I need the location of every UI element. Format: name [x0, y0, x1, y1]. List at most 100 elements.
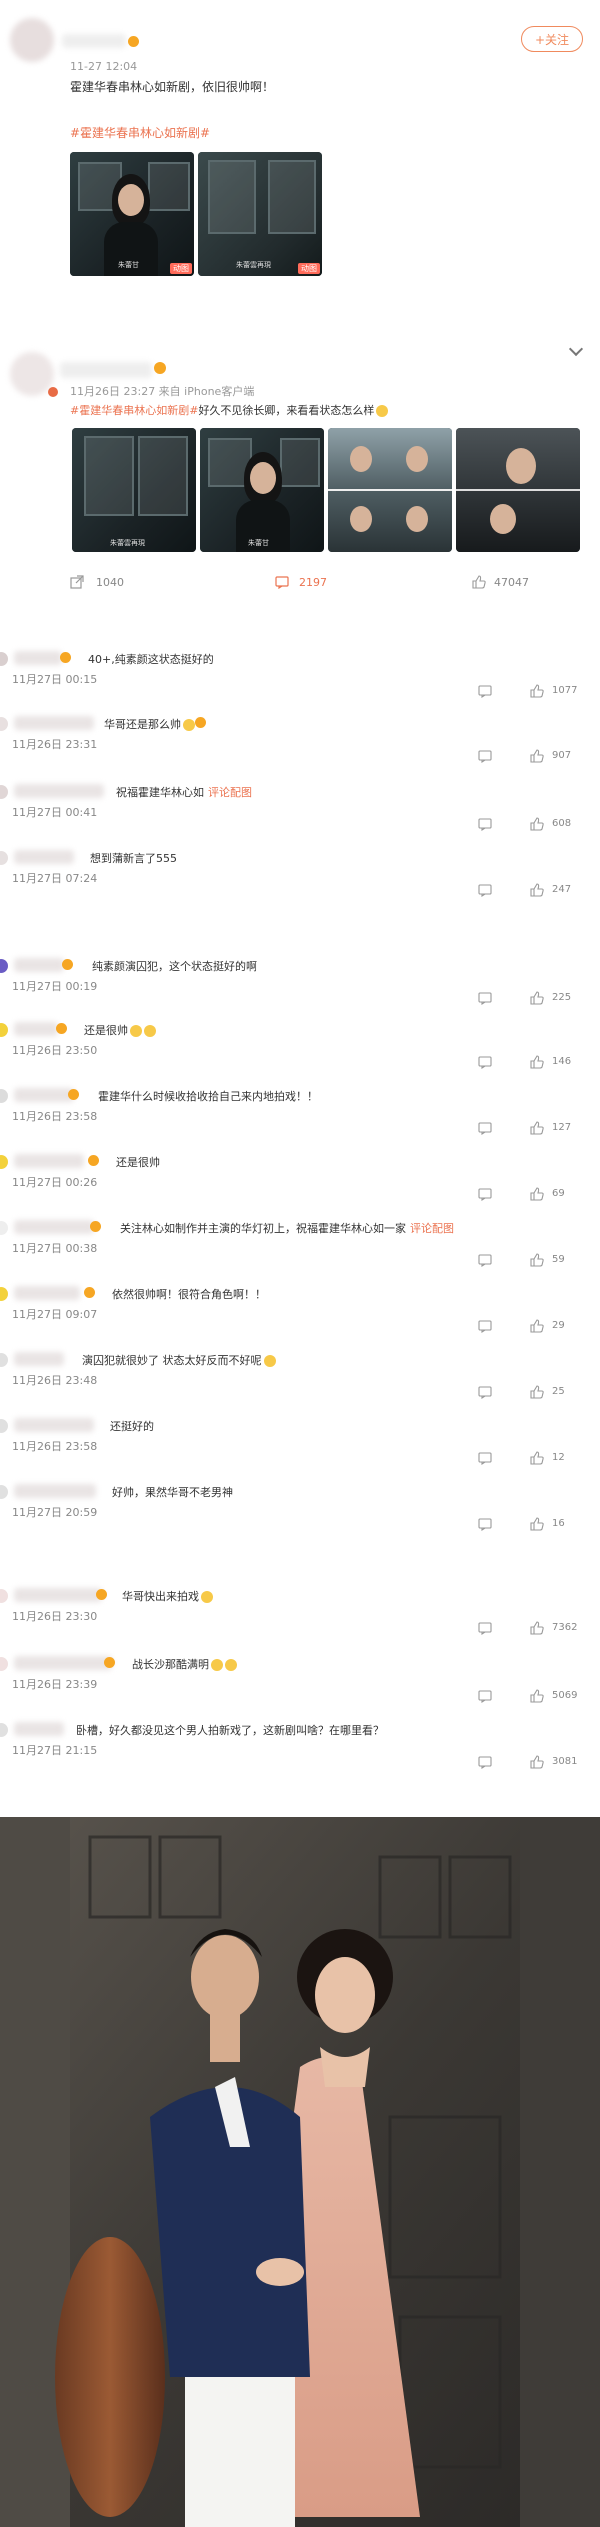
repost-button[interactable]: 1040 — [70, 574, 124, 590]
commenter-name[interactable] — [14, 1154, 84, 1168]
comment-text: 霍建华什么时候收拾收拾自己来内地拍戏！！ — [98, 1088, 318, 1104]
comment-text-content: 还是很帅 — [116, 1156, 160, 1169]
thumbs-up-icon[interactable] — [530, 1517, 544, 1531]
thumbs-up-icon[interactable] — [530, 1385, 544, 1399]
avatar[interactable] — [0, 1155, 8, 1169]
comment-like-count: 247 — [552, 884, 572, 895]
commenter-name[interactable] — [14, 1418, 94, 1432]
username[interactable] — [60, 362, 152, 378]
thumbs-up-icon[interactable] — [530, 1055, 544, 1069]
reply-icon[interactable] — [478, 1451, 492, 1465]
commenter-name[interactable] — [14, 958, 64, 972]
reply-icon[interactable] — [478, 1689, 492, 1703]
reply-icon[interactable] — [478, 1517, 492, 1531]
like-button[interactable]: 47047 — [472, 574, 529, 590]
avatar[interactable] — [0, 1485, 8, 1499]
reply-icon[interactable] — [478, 883, 492, 897]
reply-icon[interactable] — [478, 684, 492, 698]
avatar[interactable] — [0, 1589, 8, 1603]
avatar[interactable] — [0, 1353, 8, 1367]
hashtag-link[interactable]: #霍建华春串林心如新剧# — [70, 124, 210, 141]
post-image[interactable]: 朱蕾甘 — [200, 428, 324, 552]
reply-icon[interactable] — [478, 1621, 492, 1635]
comment-item: 演囚犯就很妙了 状态太好反而不好呢 11月26日 23:48 25 — [0, 1352, 600, 1402]
follow-button[interactable]: +关注 — [521, 26, 583, 52]
avatar[interactable] — [0, 1089, 8, 1103]
commenter-name[interactable] — [14, 784, 104, 798]
comment-item: 卧槽，好久都没见这个男人拍新戏了，这新剧叫啥？在哪里看？ 11月27日 21:15… — [0, 1722, 600, 1772]
reply-icon[interactable] — [478, 1755, 492, 1769]
avatar[interactable] — [0, 652, 8, 666]
post-image[interactable] — [456, 428, 580, 552]
avatar[interactable] — [0, 1723, 8, 1737]
avatar[interactable] — [0, 1657, 8, 1671]
commenter-name[interactable] — [14, 1286, 80, 1300]
reply-icon[interactable] — [478, 1055, 492, 1069]
comment-item: 还挺好的 11月26日 23:58 12 — [0, 1418, 600, 1468]
commenter-name[interactable] — [14, 1022, 58, 1036]
reply-icon[interactable] — [478, 1319, 492, 1333]
commenter-name[interactable] — [14, 1588, 102, 1602]
comment-time: 11月27日 00:41 — [12, 806, 98, 819]
avatar[interactable] — [0, 851, 8, 865]
username[interactable] — [62, 34, 126, 48]
avatar[interactable] — [0, 1221, 8, 1235]
chevron-down-icon[interactable] — [568, 341, 584, 357]
thumbs-up-icon[interactable] — [530, 749, 544, 763]
thumbs-up-icon[interactable] — [530, 684, 544, 698]
reply-icon[interactable] — [478, 817, 492, 831]
commenter-name[interactable] — [14, 651, 62, 665]
thumbs-up-icon[interactable] — [530, 1621, 544, 1635]
comment-time: 11月27日 00:26 — [12, 1176, 98, 1189]
thumbs-up-icon[interactable] — [530, 1121, 544, 1135]
thumbs-up-icon[interactable] — [530, 1253, 544, 1267]
thumbs-up-icon[interactable] — [530, 991, 544, 1005]
avatar[interactable] — [0, 1419, 8, 1433]
commenter-name[interactable] — [14, 1220, 94, 1234]
reply-icon[interactable] — [478, 1253, 492, 1267]
thumbs-up-icon[interactable] — [530, 1187, 544, 1201]
reply-icon[interactable] — [478, 991, 492, 1005]
avatar[interactable] — [0, 785, 8, 799]
post-image[interactable]: 朱蕾雲再現 — [72, 428, 196, 552]
comment-time: 11月27日 21:15 — [12, 1744, 98, 1757]
commenter-name[interactable] — [14, 1484, 96, 1498]
avatar[interactable] — [0, 1287, 8, 1301]
reply-icon[interactable] — [478, 1385, 492, 1399]
avatar[interactable] — [0, 717, 8, 731]
comment-image-link[interactable]: 评论配图 — [208, 786, 252, 799]
commenter-name[interactable] — [14, 1088, 74, 1102]
avatar[interactable] — [10, 18, 54, 62]
thumbs-up-icon[interactable] — [530, 1689, 544, 1703]
commenter-name[interactable] — [14, 716, 94, 730]
avatar[interactable] — [0, 959, 8, 973]
thumbs-up-icon[interactable] — [530, 817, 544, 831]
post-image[interactable] — [328, 428, 452, 552]
commenter-name[interactable] — [14, 1352, 64, 1366]
comment-text-content: 还挺好的 — [110, 1420, 154, 1433]
comment-text-content: 纯素颜演囚犯，这个状态挺好的啊 — [92, 960, 257, 973]
commenter-name[interactable] — [14, 1656, 112, 1670]
comment-like-count: 16 — [552, 1518, 565, 1529]
thumbs-up-icon[interactable] — [530, 1451, 544, 1465]
comment-item: 战长沙那酷满明 11月26日 23:39 5069 — [0, 1656, 600, 1706]
comment-text: 还挺好的 — [110, 1418, 154, 1434]
comment-text-content: 卧槽，好久都没见这个男人拍新戏了，这新剧叫啥？在哪里看？ — [76, 1724, 384, 1737]
comment-time: 11月26日 23:31 — [12, 738, 98, 751]
thumbs-up-icon[interactable] — [530, 1755, 544, 1769]
avatar[interactable] — [0, 1023, 8, 1037]
reply-icon[interactable] — [478, 1121, 492, 1135]
comment-text: 好帅，果然华哥不老男神 — [112, 1484, 233, 1500]
comment-image-link[interactable]: 评论配图 — [410, 1222, 454, 1235]
repost-count: 1040 — [96, 575, 124, 589]
post-image[interactable]: 朱蕾甘 动图 — [70, 152, 194, 276]
hashtag-link[interactable]: #霍建华春串林心如新剧# — [70, 404, 198, 417]
comment-button[interactable]: 2197 — [275, 574, 327, 590]
commenter-name[interactable] — [14, 850, 74, 864]
reply-icon[interactable] — [478, 1187, 492, 1201]
commenter-name[interactable] — [14, 1722, 64, 1736]
reply-icon[interactable] — [478, 749, 492, 763]
thumbs-up-icon[interactable] — [530, 1319, 544, 1333]
thumbs-up-icon[interactable] — [530, 883, 544, 897]
post-image[interactable]: 朱蕾雲再現 动图 — [198, 152, 322, 276]
